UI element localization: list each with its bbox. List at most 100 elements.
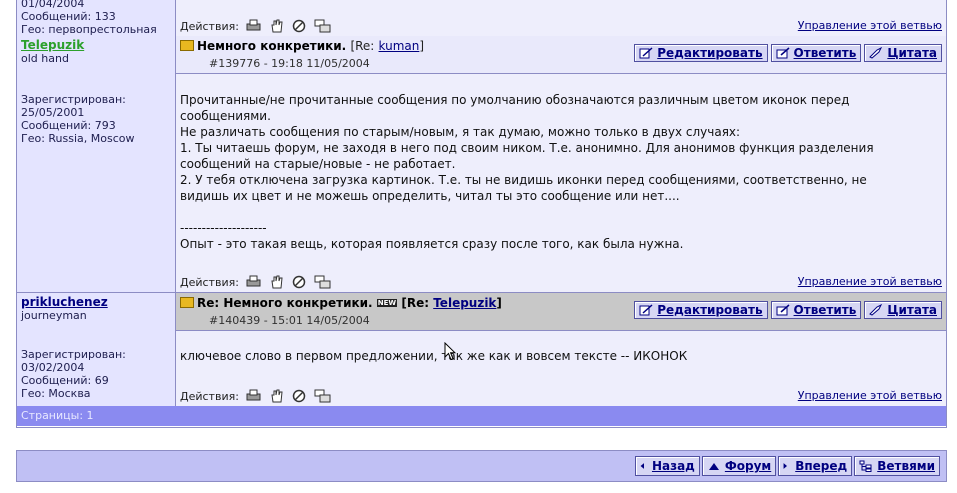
hand-icon[interactable] <box>268 275 285 289</box>
edit-label: Редактировать <box>657 303 763 317</box>
reply-button[interactable]: Ответить <box>770 301 862 319</box>
post-buttons: Редактировать Ответить Цитата <box>634 301 942 319</box>
quote-label: Цитата <box>887 46 937 60</box>
manage-thread-link[interactable]: Управление этой ветвью <box>798 389 942 402</box>
arrow-left-icon <box>640 463 644 469</box>
edit-label: Редактировать <box>657 46 763 60</box>
reply-label: Ответить <box>793 303 857 317</box>
thread-icon[interactable] <box>314 19 331 33</box>
quote-icon <box>869 47 883 59</box>
nav-buttons: Назад Форум Вперед Ветвями <box>634 456 940 476</box>
actions-label: Действия: <box>180 275 239 289</box>
print-icon[interactable] <box>245 275 262 289</box>
reply-icon <box>776 304 790 316</box>
quote-button[interactable]: Цитата <box>864 44 942 62</box>
post-header: Re: Немного конкретики. NEW [Re: Telepuz… <box>176 293 946 331</box>
actions-label: Действия: <box>180 19 239 33</box>
quote-icon <box>869 304 883 316</box>
ignore-icon[interactable] <box>291 275 308 289</box>
navigation-bar: Назад Форум Вперед Ветвями <box>16 450 947 482</box>
re-user-link[interactable]: kuman <box>379 39 420 53</box>
post-id: #140439 - 15:01 14/05/2004 <box>209 314 370 327</box>
print-icon[interactable] <box>245 389 262 403</box>
author-name-link[interactable]: prikluchenez <box>21 295 171 309</box>
prev-post-row: 01/04/2004 Сообщений: 133 Гео: первопрес… <box>17 0 946 37</box>
forum-button[interactable]: Форум <box>701 456 777 476</box>
registered-label: Зарегистрирован: <box>21 348 126 361</box>
hand-icon[interactable] <box>268 389 285 403</box>
prev-author-info-3: Гео: первопрестольная <box>21 23 157 36</box>
prev-post-body: Действия: Управление этой ветвью <box>176 0 946 36</box>
pages-bar: Страницы: 1 <box>17 406 946 426</box>
reply-button[interactable]: Ответить <box>770 44 862 62</box>
threaded-view-button[interactable]: Ветвями <box>854 456 940 476</box>
post-text: Прочитанные/не прочитанные сообщения по … <box>180 93 874 251</box>
ignore-icon[interactable] <box>291 19 308 33</box>
author-messages: Сообщений: 793 <box>21 119 116 132</box>
edit-button[interactable]: Редактировать <box>634 44 768 62</box>
post-id: #139776 - 19:18 11/05/2004 <box>209 57 370 70</box>
registered-label: Зарегистрирован: <box>21 93 126 106</box>
post-subject: Немного конкретики. [Re: kuman] <box>180 39 424 53</box>
prev-actions: Действия: <box>180 19 331 33</box>
prev-author-panel: 01/04/2004 Сообщений: 133 Гео: первопрес… <box>17 0 176 36</box>
subject-text: Re: Немного конкретики. <box>197 296 373 310</box>
re-user-link[interactable]: Telepuzik <box>433 296 496 310</box>
registered-date: 25/05/2001 <box>21 106 85 119</box>
post-text: ключевое слово в первом предложении, так… <box>180 349 688 363</box>
re-suffix: ] <box>496 296 502 310</box>
edit-icon <box>639 304 653 316</box>
manage-thread-link[interactable]: Управление этой ветвью <box>798 275 942 288</box>
thread-icon[interactable] <box>314 389 331 403</box>
author-panel: prikluchenez journeyman Зарегистрирован:… <box>17 293 176 406</box>
author-geo: Гео: Москва <box>21 387 91 400</box>
post-subject: Re: Немного конкретики. NEW [Re: Telepuz… <box>180 296 502 310</box>
mouse-cursor-icon <box>444 342 456 361</box>
re-prefix: [Re: <box>401 296 430 310</box>
post-row: prikluchenez journeyman Зарегистрирован:… <box>17 293 946 406</box>
author-panel: Telepuzik old hand Зарегистрирован: 25/0… <box>17 36 176 292</box>
new-badge: NEW <box>376 299 398 307</box>
post-header: Немного конкретики. [Re: kuman] #139776 … <box>176 36 946 74</box>
threaded-label: Ветвями <box>877 459 935 473</box>
ignore-icon[interactable] <box>291 389 308 403</box>
print-icon[interactable] <box>245 19 262 33</box>
prev-author-info-2: Сообщений: 133 <box>21 10 116 23</box>
hand-icon[interactable] <box>268 19 285 33</box>
post-row: Telepuzik old hand Зарегистрирован: 25/0… <box>17 36 946 293</box>
registered-date: 03/02/2004 <box>21 361 85 374</box>
author-rank: old hand <box>21 52 69 65</box>
back-button[interactable]: Назад <box>634 456 700 476</box>
subject-text: Немного конкретики. <box>197 39 347 53</box>
forward-button[interactable]: Вперед <box>778 456 853 476</box>
tree-icon <box>859 460 872 472</box>
quote-button[interactable]: Цитата <box>864 301 942 319</box>
author-geo: Гео: Russia, Moscow <box>21 132 135 145</box>
post-content: Немного конкретики. [Re: kuman] #139776 … <box>176 36 946 292</box>
author-name-link[interactable]: Telepuzik <box>21 38 171 52</box>
manage-thread-link[interactable]: Управление этой ветвью <box>798 19 942 32</box>
thread-icon[interactable] <box>314 275 331 289</box>
pages-label: Страницы: 1 <box>21 409 94 422</box>
edit-icon <box>639 47 653 59</box>
back-label: Назад <box>651 459 695 473</box>
post-actions: Действия: <box>180 389 331 403</box>
re-prefix: [Re: <box>350 39 375 53</box>
prev-author-info-1: 01/04/2004 <box>21 0 85 10</box>
book-icon <box>180 297 194 308</box>
author-messages: Сообщений: 69 <box>21 374 109 387</box>
thread-frame: 01/04/2004 Сообщений: 133 Гео: первопрес… <box>16 0 947 428</box>
re-suffix: ] <box>419 39 425 53</box>
forward-label: Вперед <box>795 459 848 473</box>
book-icon <box>180 40 194 51</box>
post-content: Re: Немного конкретики. NEW [Re: Telepuz… <box>176 293 946 406</box>
author-rank: journeyman <box>21 309 87 322</box>
arrow-right-icon <box>783 463 788 469</box>
reply-icon <box>776 47 790 59</box>
post-actions: Действия: <box>180 275 331 289</box>
edit-button[interactable]: Редактировать <box>634 301 768 319</box>
forum-label: Форум <box>724 459 772 473</box>
arrow-up-icon <box>708 463 719 470</box>
reply-label: Ответить <box>793 46 857 60</box>
actions-label: Действия: <box>180 389 239 403</box>
